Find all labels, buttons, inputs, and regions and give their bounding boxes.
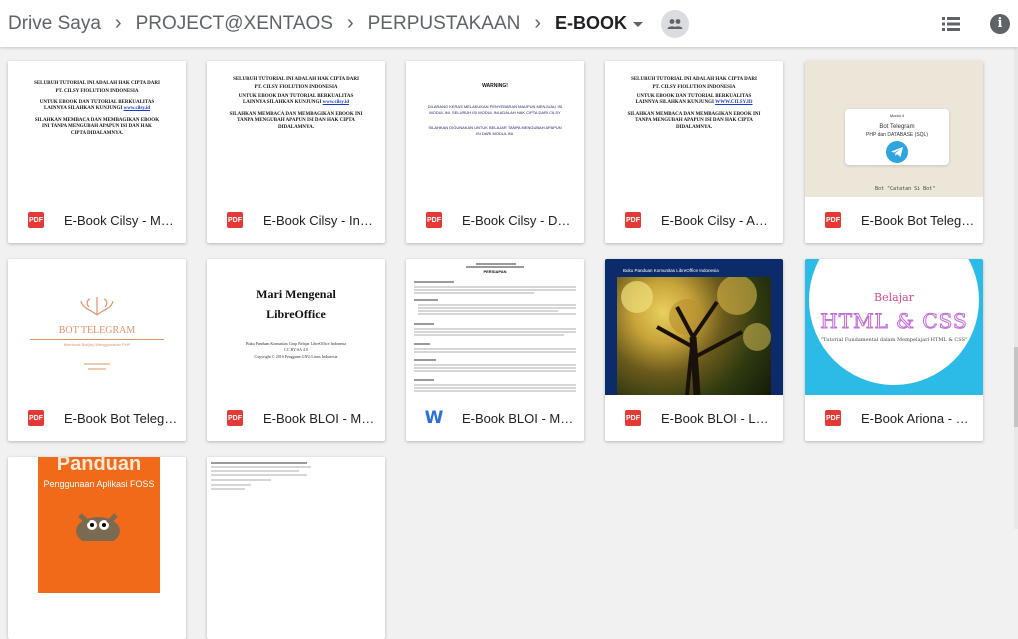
doc-subtitle: Membuat Bot(ku) Menggunakan PHP <box>63 342 131 347</box>
file-thumbnail: Panduan Penggunaan Aplikasi FOSS <box>8 457 186 593</box>
file-thumbnail: BOT TELEGRAM Membuat Bot(ku) Menggunakan… <box>8 259 186 395</box>
file-name: E-Book Cilsy - Da… <box>462 212 576 228</box>
doc-subtitle: "Tutorial Fundamental dalam Mempelajari … <box>820 337 968 343</box>
doc-title: Mari Mengenal <box>256 287 336 301</box>
doc-link: www.cilsy.id <box>123 105 151 111</box>
telegram-icon <box>886 141 908 163</box>
file-thumbnail: Modul 4 Bot Telegram PHP dan DATABASE (S… <box>805 61 983 197</box>
pdf-icon: PDF <box>825 410 841 426</box>
pdf-icon: PDF <box>426 212 442 228</box>
file-thumbnail: SELURUH TUTORIAL INI ADALAH HAK CIPTA DA… <box>605 61 783 197</box>
doc-heading: PERSIAPAN <box>483 269 507 274</box>
breadcrumb-item-library[interactable]: PERPUSTAKAAN <box>368 13 521 35</box>
file-thumbnail: Buku Panduan Komunitas LibreOffice Indon… <box>605 259 783 395</box>
doc-copyright: Copyright © 2016 Pengguna GNU/Linux Indo… <box>254 353 338 359</box>
doc-link: WWW.CILSY.ID <box>715 99 753 105</box>
pdf-icon: PDF <box>227 410 243 426</box>
doc-subtitle: PHP dan DATABASE (SQL) <box>866 132 928 138</box>
file-card[interactable]: Modul 4 Bot Telegram PHP dan DATABASE (S… <box>805 61 983 243</box>
gimp-mascot-icon <box>68 501 128 545</box>
doc-title: BOT TELEGRAM <box>58 325 136 336</box>
current-folder-name: E-BOOK <box>555 13 628 33</box>
pdf-icon: PDF <box>227 212 243 228</box>
file-card[interactable]: Mari Mengenal LibreOffice Buku Panduan K… <box>207 259 385 441</box>
doc-note: SILAHKAN MEMBACA DAN MEMBAGIKAN EBOOK IN… <box>627 112 761 130</box>
file-thumbnail: SELURUH TUTORIAL INI ADALAH HAK CIPTA DA… <box>8 61 186 197</box>
doc-heading: SELURUH TUTORIAL INI ADALAH HAK CIPTA DA… <box>34 81 160 86</box>
file-card[interactable]: SELURUH TUTORIAL INI ADALAH HAK CIPTA DA… <box>8 61 186 243</box>
pdf-icon: PDF <box>625 212 641 228</box>
doc-heading: SELURUH TUTORIAL INI ADALAH HAK CIPTA DA… <box>631 77 757 82</box>
doc-org: PT. CILSY FIOLUTION INDONESIA <box>652 85 736 91</box>
doc-note: SILAHKAN MEMBACA DAN MEMBAGIKAN EBOOK IN… <box>34 118 160 136</box>
file-name: E-Book Bot Telegr… <box>64 410 178 426</box>
top-bar: Drive Saya › PROJECT@XENTAOS › PERPUSTAK… <box>0 0 1018 47</box>
file-thumbnail: WARNING! DILARANG KERAS MELAKUKAN PENYEB… <box>406 61 584 197</box>
file-thumbnail: SELURUH TUTORIAL INI ADALAH HAK CIPTA DA… <box>207 61 385 197</box>
file-card[interactable]: BOT TELEGRAM Membuat Bot(ku) Menggunakan… <box>8 259 186 441</box>
doc-note: SILAHKAN MEMBACA DAN MEMBAGIKAN EBOOK IN… <box>229 112 363 130</box>
list-view-icon[interactable] <box>942 16 960 31</box>
file-card[interactable]: SELURUH TUTORIAL INI ADALAH HAK CIPTA DA… <box>605 61 783 243</box>
file-thumbnail: Mari Mengenal LibreOffice Buku Panduan K… <box>207 259 385 395</box>
pdf-icon: PDF <box>28 410 44 426</box>
dropdown-caret-icon <box>633 22 644 27</box>
pdf-icon: PDF <box>28 212 44 228</box>
file-name: E-Book Ariona - B… <box>861 410 975 426</box>
chevron-right-icon: › <box>114 12 122 34</box>
doc-heading: WARNING! <box>482 83 508 89</box>
file-card[interactable]: Belajar HTML & CSS "Tutorial Fundamental… <box>805 259 983 441</box>
breadcrumb-item-project[interactable]: PROJECT@XENTAOS <box>136 13 333 35</box>
breadcrumb: Drive Saya › PROJECT@XENTAOS › PERPUSTAK… <box>8 9 690 38</box>
doc-subtitle: LibreOffice <box>266 307 326 321</box>
file-grid: SELURUH TUTORIAL INI ADALAH HAK CIPTA DA… <box>0 0 1018 639</box>
ornament-icon <box>80 295 114 317</box>
file-thumbnail <box>207 457 385 593</box>
pdf-icon: PDF <box>825 212 841 228</box>
chevron-right-icon: › <box>346 12 354 34</box>
doc-link: www.cilsy.id <box>322 99 350 105</box>
file-name: E-Book Cilsy - Inst… <box>263 212 377 228</box>
current-folder-menu[interactable]: E-BOOK <box>555 13 644 34</box>
file-card[interactable]: Buku Panduan Komunitas LibreOffice Indon… <box>605 259 783 441</box>
doc-title: HTML & CSS <box>820 309 968 334</box>
chevron-right-icon: › <box>534 12 542 34</box>
doc-note: SILAHKAN DIGUNAKAN UNTUK BELAJAR TANPA M… <box>428 125 562 136</box>
doc-org: PT. CILSY FIOLUTION INDONESIA <box>254 85 338 91</box>
doc-code: Bot "Catatan Si Bot" <box>875 186 936 192</box>
word-doc-icon: W <box>424 408 444 428</box>
doc-title: Panduan <box>56 457 142 475</box>
doc-word: Belajar <box>874 291 914 304</box>
doc-text: DILARANG KERAS MELAKUKAN PENYEBARAN MAUP… <box>427 104 563 115</box>
file-card[interactable]: PERSIAPAN W E-Book BLOI - Ma… <box>406 259 584 441</box>
file-thumbnail: PERSIAPAN <box>406 259 584 395</box>
scrollbar[interactable] <box>1014 47 1018 529</box>
doc-heading: SELURUH TUTORIAL INI ADALAH HAK CIPTA DA… <box>233 77 359 82</box>
file-card[interactable]: Panduan Penggunaan Aplikasi FOSS <box>8 457 186 639</box>
doc-small: Modul 4 <box>889 113 905 118</box>
doc-banner: Buku Panduan Komunitas LibreOffice Indon… <box>623 268 719 273</box>
file-name: E-Book Cilsy - Ad… <box>661 212 775 228</box>
breadcrumb-item-drive[interactable]: Drive Saya <box>8 13 101 35</box>
doc-subtitle: Penggunaan Aplikasi FOSS <box>43 479 155 489</box>
file-name: E-Book Bot Telegr… <box>861 212 975 228</box>
file-card[interactable] <box>207 457 385 639</box>
file-name: E-Book BLOI - Leb… <box>661 410 775 426</box>
tree-photo <box>617 277 771 395</box>
pdf-icon: PDF <box>625 410 641 426</box>
info-icon[interactable]: i <box>990 13 1010 34</box>
file-card[interactable]: SELURUH TUTORIAL INI ADALAH HAK CIPTA DA… <box>207 61 385 243</box>
file-thumbnail: Belajar HTML & CSS "Tutorial Fundamental… <box>805 259 983 395</box>
doc-org: PT. CILSY FIOLUTION INDONESIA <box>55 89 139 95</box>
file-name: E-Book BLOI - Ma… <box>263 410 377 426</box>
file-name: E-Book Cilsy - Me… <box>64 212 178 228</box>
file-name: E-Book BLOI - Ma… <box>462 410 576 426</box>
file-card[interactable]: WARNING! DILARANG KERAS MELAKUKAN PENYEB… <box>406 61 584 243</box>
shared-people-icon[interactable] <box>661 9 690 38</box>
doc-title: Bot Telegram <box>879 124 915 130</box>
